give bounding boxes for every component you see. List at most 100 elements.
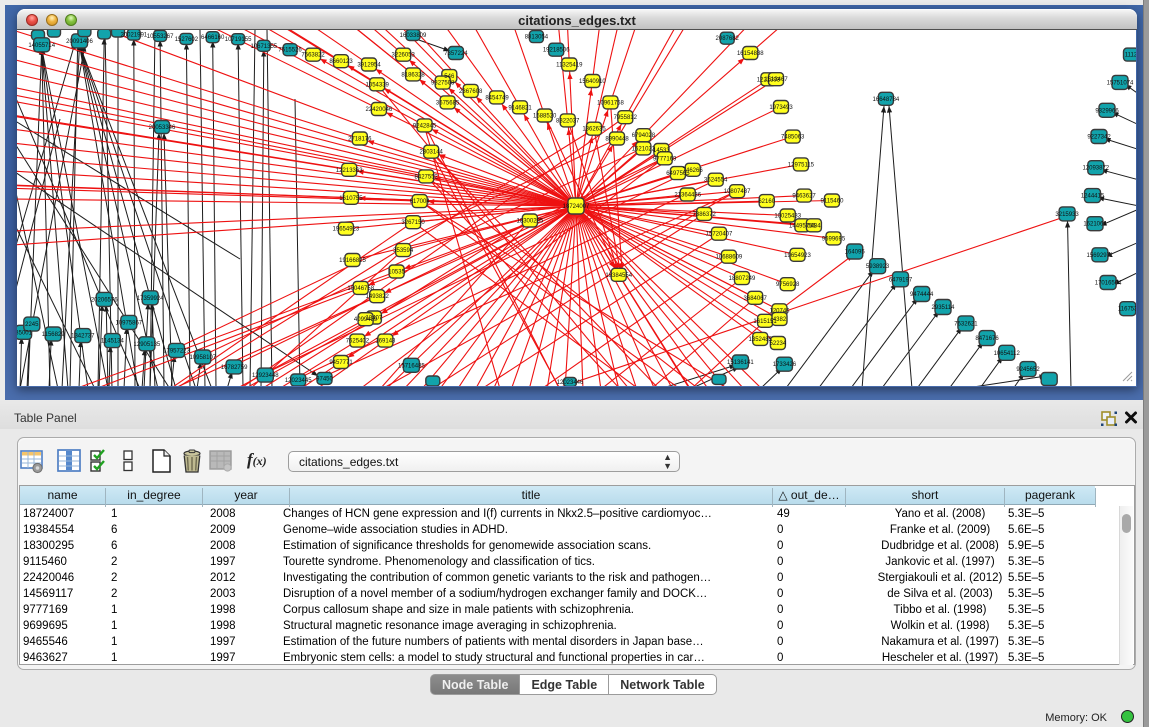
svg-text:9474444: 9474444 <box>910 292 934 298</box>
svg-text:8471676: 8471676 <box>975 336 999 342</box>
svg-text:116753: 116753 <box>1118 307 1136 313</box>
svg-text:20206576: 20206576 <box>91 297 118 303</box>
svg-text:10961758: 10961758 <box>597 100 624 106</box>
svg-text:3912954: 3912954 <box>357 63 381 69</box>
svg-text:15640910: 15640910 <box>579 79 606 85</box>
svg-text:10958107: 10958107 <box>189 355 216 361</box>
svg-text:14533: 14533 <box>653 148 670 154</box>
svg-text:3215933: 3215933 <box>1055 212 1079 218</box>
svg-text:2245: 2245 <box>25 322 39 328</box>
svg-text:16033809: 16033809 <box>400 33 427 39</box>
svg-text:62160: 62160 <box>758 199 775 205</box>
svg-text:22420046: 22420046 <box>366 107 393 113</box>
svg-text:9242845: 9242845 <box>413 123 437 129</box>
svg-text:20021991: 20021991 <box>120 33 147 39</box>
svg-text:1493822: 1493822 <box>366 294 390 300</box>
svg-text:15720407: 15720407 <box>706 232 733 238</box>
svg-text:1054339: 1054339 <box>366 82 390 88</box>
svg-text:9777169: 9777169 <box>653 156 677 162</box>
svg-text:18300295: 18300295 <box>517 219 544 225</box>
svg-text:1973493: 1973493 <box>769 105 793 111</box>
svg-text:1733426: 1733426 <box>773 362 797 368</box>
svg-text:16154838: 16154838 <box>737 51 764 57</box>
svg-text:10046758: 10046758 <box>347 286 374 292</box>
svg-text:19218506: 19218506 <box>543 48 570 54</box>
svg-text:17016504: 17016504 <box>1095 281 1122 287</box>
svg-text:546: 546 <box>444 74 455 80</box>
svg-text:2718176: 2718176 <box>348 137 372 143</box>
svg-text:10719155: 10719155 <box>225 37 252 43</box>
svg-text:1621064: 1621064 <box>1083 222 1107 228</box>
svg-text:3675685: 3675685 <box>436 100 460 106</box>
svg-text:52234: 52234 <box>770 341 787 347</box>
svg-text:9227342: 9227342 <box>1087 135 1111 141</box>
svg-text:1145134: 1145134 <box>101 339 125 345</box>
svg-text:10535: 10535 <box>388 270 405 276</box>
svg-text:1610755: 1610755 <box>339 196 363 202</box>
svg-text:7357224: 7357224 <box>444 51 468 57</box>
svg-text:2935114: 2935114 <box>932 305 956 311</box>
svg-text:120746: 120746 <box>769 308 790 314</box>
svg-text:9756928: 9756928 <box>776 282 800 288</box>
svg-text:4382: 4382 <box>773 317 787 323</box>
svg-text:7632621: 7632621 <box>954 321 978 327</box>
svg-text:2367608: 2367608 <box>459 89 483 95</box>
svg-text:1527602: 1527602 <box>175 37 199 43</box>
svg-text:1112: 1112 <box>1125 53 1136 59</box>
svg-text:8813054: 8813054 <box>525 35 549 41</box>
svg-text:11325419: 11325419 <box>556 63 583 69</box>
svg-text:1513467: 1513467 <box>764 77 788 83</box>
svg-text:10654112: 10654112 <box>994 351 1021 357</box>
svg-text:353594: 353594 <box>393 248 414 254</box>
svg-text:7386372: 7386372 <box>693 212 717 218</box>
svg-text:5484: 5484 <box>807 223 821 229</box>
svg-text:7955812: 7955812 <box>614 115 638 121</box>
svg-text:8186328: 8186328 <box>401 72 425 78</box>
svg-text:10688609: 10688609 <box>716 255 743 261</box>
svg-text:12923448: 12923448 <box>252 373 279 379</box>
svg-text:19654923: 19654923 <box>784 253 811 259</box>
svg-text:10553267: 10553267 <box>147 34 174 40</box>
svg-text:3267150: 3267150 <box>401 220 425 226</box>
svg-text:7485063: 7485063 <box>781 135 805 141</box>
svg-text:20091406: 20091406 <box>66 39 93 45</box>
svg-text:10975867: 10975867 <box>115 320 142 326</box>
svg-text:15716485: 15716485 <box>398 363 425 369</box>
svg-text:19384554: 19384554 <box>605 273 632 279</box>
svg-text:5938923: 5938923 <box>866 264 890 270</box>
svg-text:9245652: 9245652 <box>1016 367 1040 373</box>
svg-text:8660123: 8660123 <box>329 59 353 65</box>
svg-text:3624554: 3624554 <box>704 178 728 184</box>
svg-text:9329966: 9329966 <box>1095 108 1119 114</box>
svg-text:19654923: 19654923 <box>333 227 360 233</box>
svg-text:15692971: 15692971 <box>1087 253 1114 259</box>
svg-text:1342737: 1342737 <box>71 334 95 340</box>
svg-text:9457771: 9457771 <box>329 360 353 366</box>
svg-text:8322037: 8322037 <box>556 118 580 124</box>
svg-text:617004: 617004 <box>410 199 431 205</box>
svg-text:9699695: 9699695 <box>822 236 846 242</box>
svg-text:16782759: 16782759 <box>221 365 248 371</box>
svg-text:9463627: 9463627 <box>792 194 816 200</box>
svg-text:15136141: 15136141 <box>727 360 754 366</box>
svg-text:7625402: 7625402 <box>346 339 370 345</box>
svg-text:12023446: 12023446 <box>557 380 584 386</box>
svg-text:20053346: 20053346 <box>149 125 176 131</box>
svg-text:12905135: 12905135 <box>134 342 161 348</box>
svg-text:12975115: 12975115 <box>788 162 815 168</box>
svg-text:6497565: 6497565 <box>666 171 690 177</box>
svg-text:16648784: 16648784 <box>873 97 900 103</box>
svg-text:10671355: 10671355 <box>250 44 277 50</box>
svg-text:3684067: 3684067 <box>744 296 768 302</box>
svg-text:19166825: 19166825 <box>339 258 366 264</box>
svg-text:17957223: 17957223 <box>163 348 190 354</box>
svg-text:7563822: 7563822 <box>301 53 325 59</box>
svg-text:1244415: 1244415 <box>1081 194 1105 200</box>
svg-text:6466160: 6466160 <box>201 35 225 41</box>
svg-text:10025433: 10025433 <box>774 214 801 220</box>
svg-text:17359924: 17359924 <box>137 296 164 302</box>
svg-text:6479197: 6479197 <box>889 277 913 283</box>
svg-text:18807249: 18807249 <box>729 276 756 282</box>
svg-text:7515526: 7515526 <box>278 48 302 54</box>
svg-text:35001: 35001 <box>17 330 33 336</box>
